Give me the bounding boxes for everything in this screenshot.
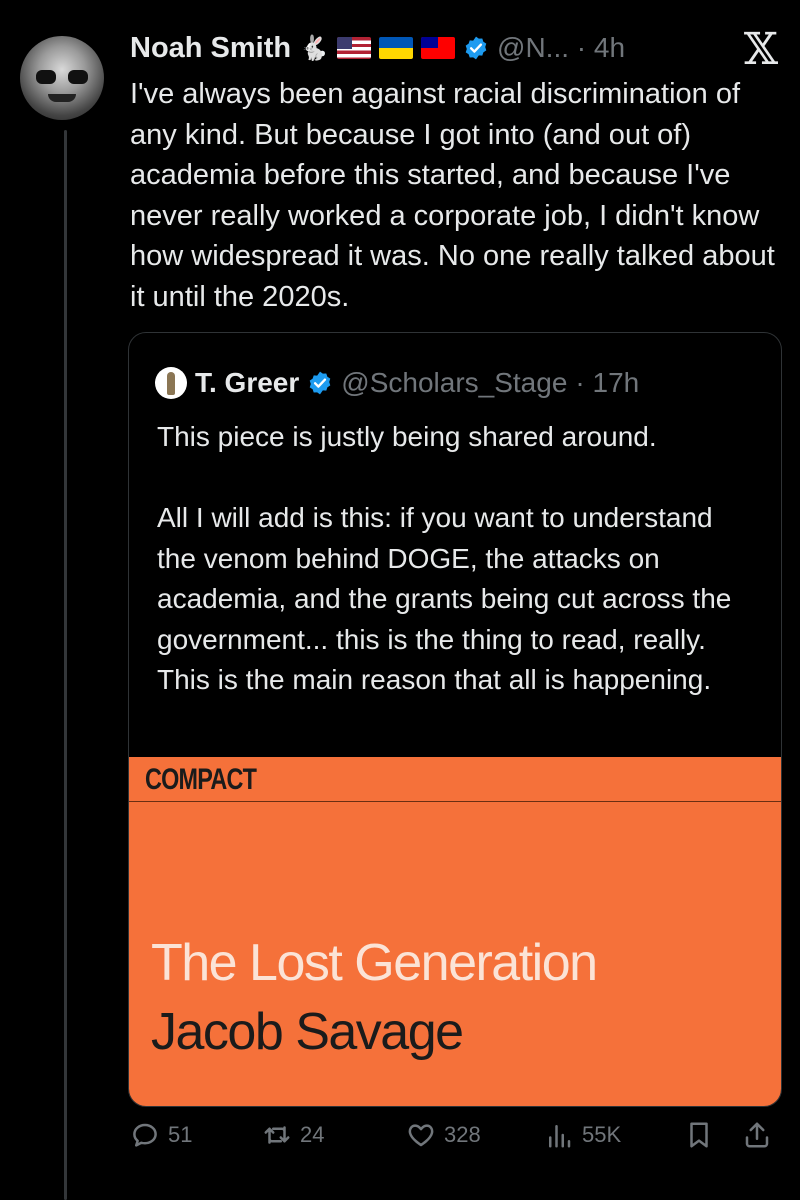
share-button[interactable] [742,1120,772,1150]
link-card[interactable]: COMPACT The Lost Generation Jacob Savage [129,757,781,1106]
action-bar: 51 24 328 55K [130,1120,780,1160]
quoted-author-handle[interactable]: @Scholars_Stage [341,367,567,399]
bookmark-icon [690,1122,708,1148]
ukraine-flag-icon [379,37,414,59]
bookmark-button[interactable] [684,1120,714,1150]
taiwan-flag-icon [421,37,456,59]
tweet-text: I've always been against racial discrimi… [130,78,775,313]
quoted-author-name[interactable]: T. Greer [195,367,299,399]
quoted-tweet-header: T. Greer @Scholars_Stage · 17h [155,363,639,403]
like-count: 328 [444,1122,481,1147]
quoted-tweet-time: · 17h [575,367,640,398]
reply-icon [133,1123,157,1147]
retweet-icon [264,1126,290,1144]
card-author: Jacob Savage [151,1003,464,1061]
x-logo-icon[interactable]: 𝕏 [744,24,778,75]
avatar-glasses [36,70,88,84]
quoted-tweet[interactable]: T. Greer @Scholars_Stage · 17h This piec… [128,332,782,1107]
reply-count: 51 [168,1122,193,1147]
retweet-button[interactable]: 24 [262,1120,324,1150]
like-button[interactable]: 328 [406,1120,481,1150]
heart-icon [408,1124,434,1147]
views-icon [549,1125,571,1148]
avatar-mouth [48,94,76,102]
us-flag-icon [337,37,372,59]
rabbit-emoji: 🐇 [299,34,330,62]
card-divider [129,801,781,802]
share-icon [745,1122,769,1148]
reply-button[interactable]: 51 [130,1120,192,1150]
tweet-header: Noah Smith 🐇 @N... · 4h [130,28,625,68]
views-button[interactable]: 55K [544,1120,621,1150]
card-brand: COMPACT [145,763,257,796]
quoted-author-avatar[interactable] [155,367,187,399]
quoted-tweet-text: This piece is justly being shared around… [157,421,732,695]
verified-badge-icon[interactable] [463,35,489,61]
card-title: The Lost Generation [151,934,598,992]
author-handle-time[interactable]: @N... · 4h [497,32,625,64]
author-avatar[interactable] [20,36,104,120]
view-count: 55K [582,1122,622,1147]
author-name[interactable]: Noah Smith [130,32,291,65]
retweet-count: 24 [300,1122,325,1147]
verified-badge-icon [309,371,331,395]
thread-line [64,130,67,1200]
